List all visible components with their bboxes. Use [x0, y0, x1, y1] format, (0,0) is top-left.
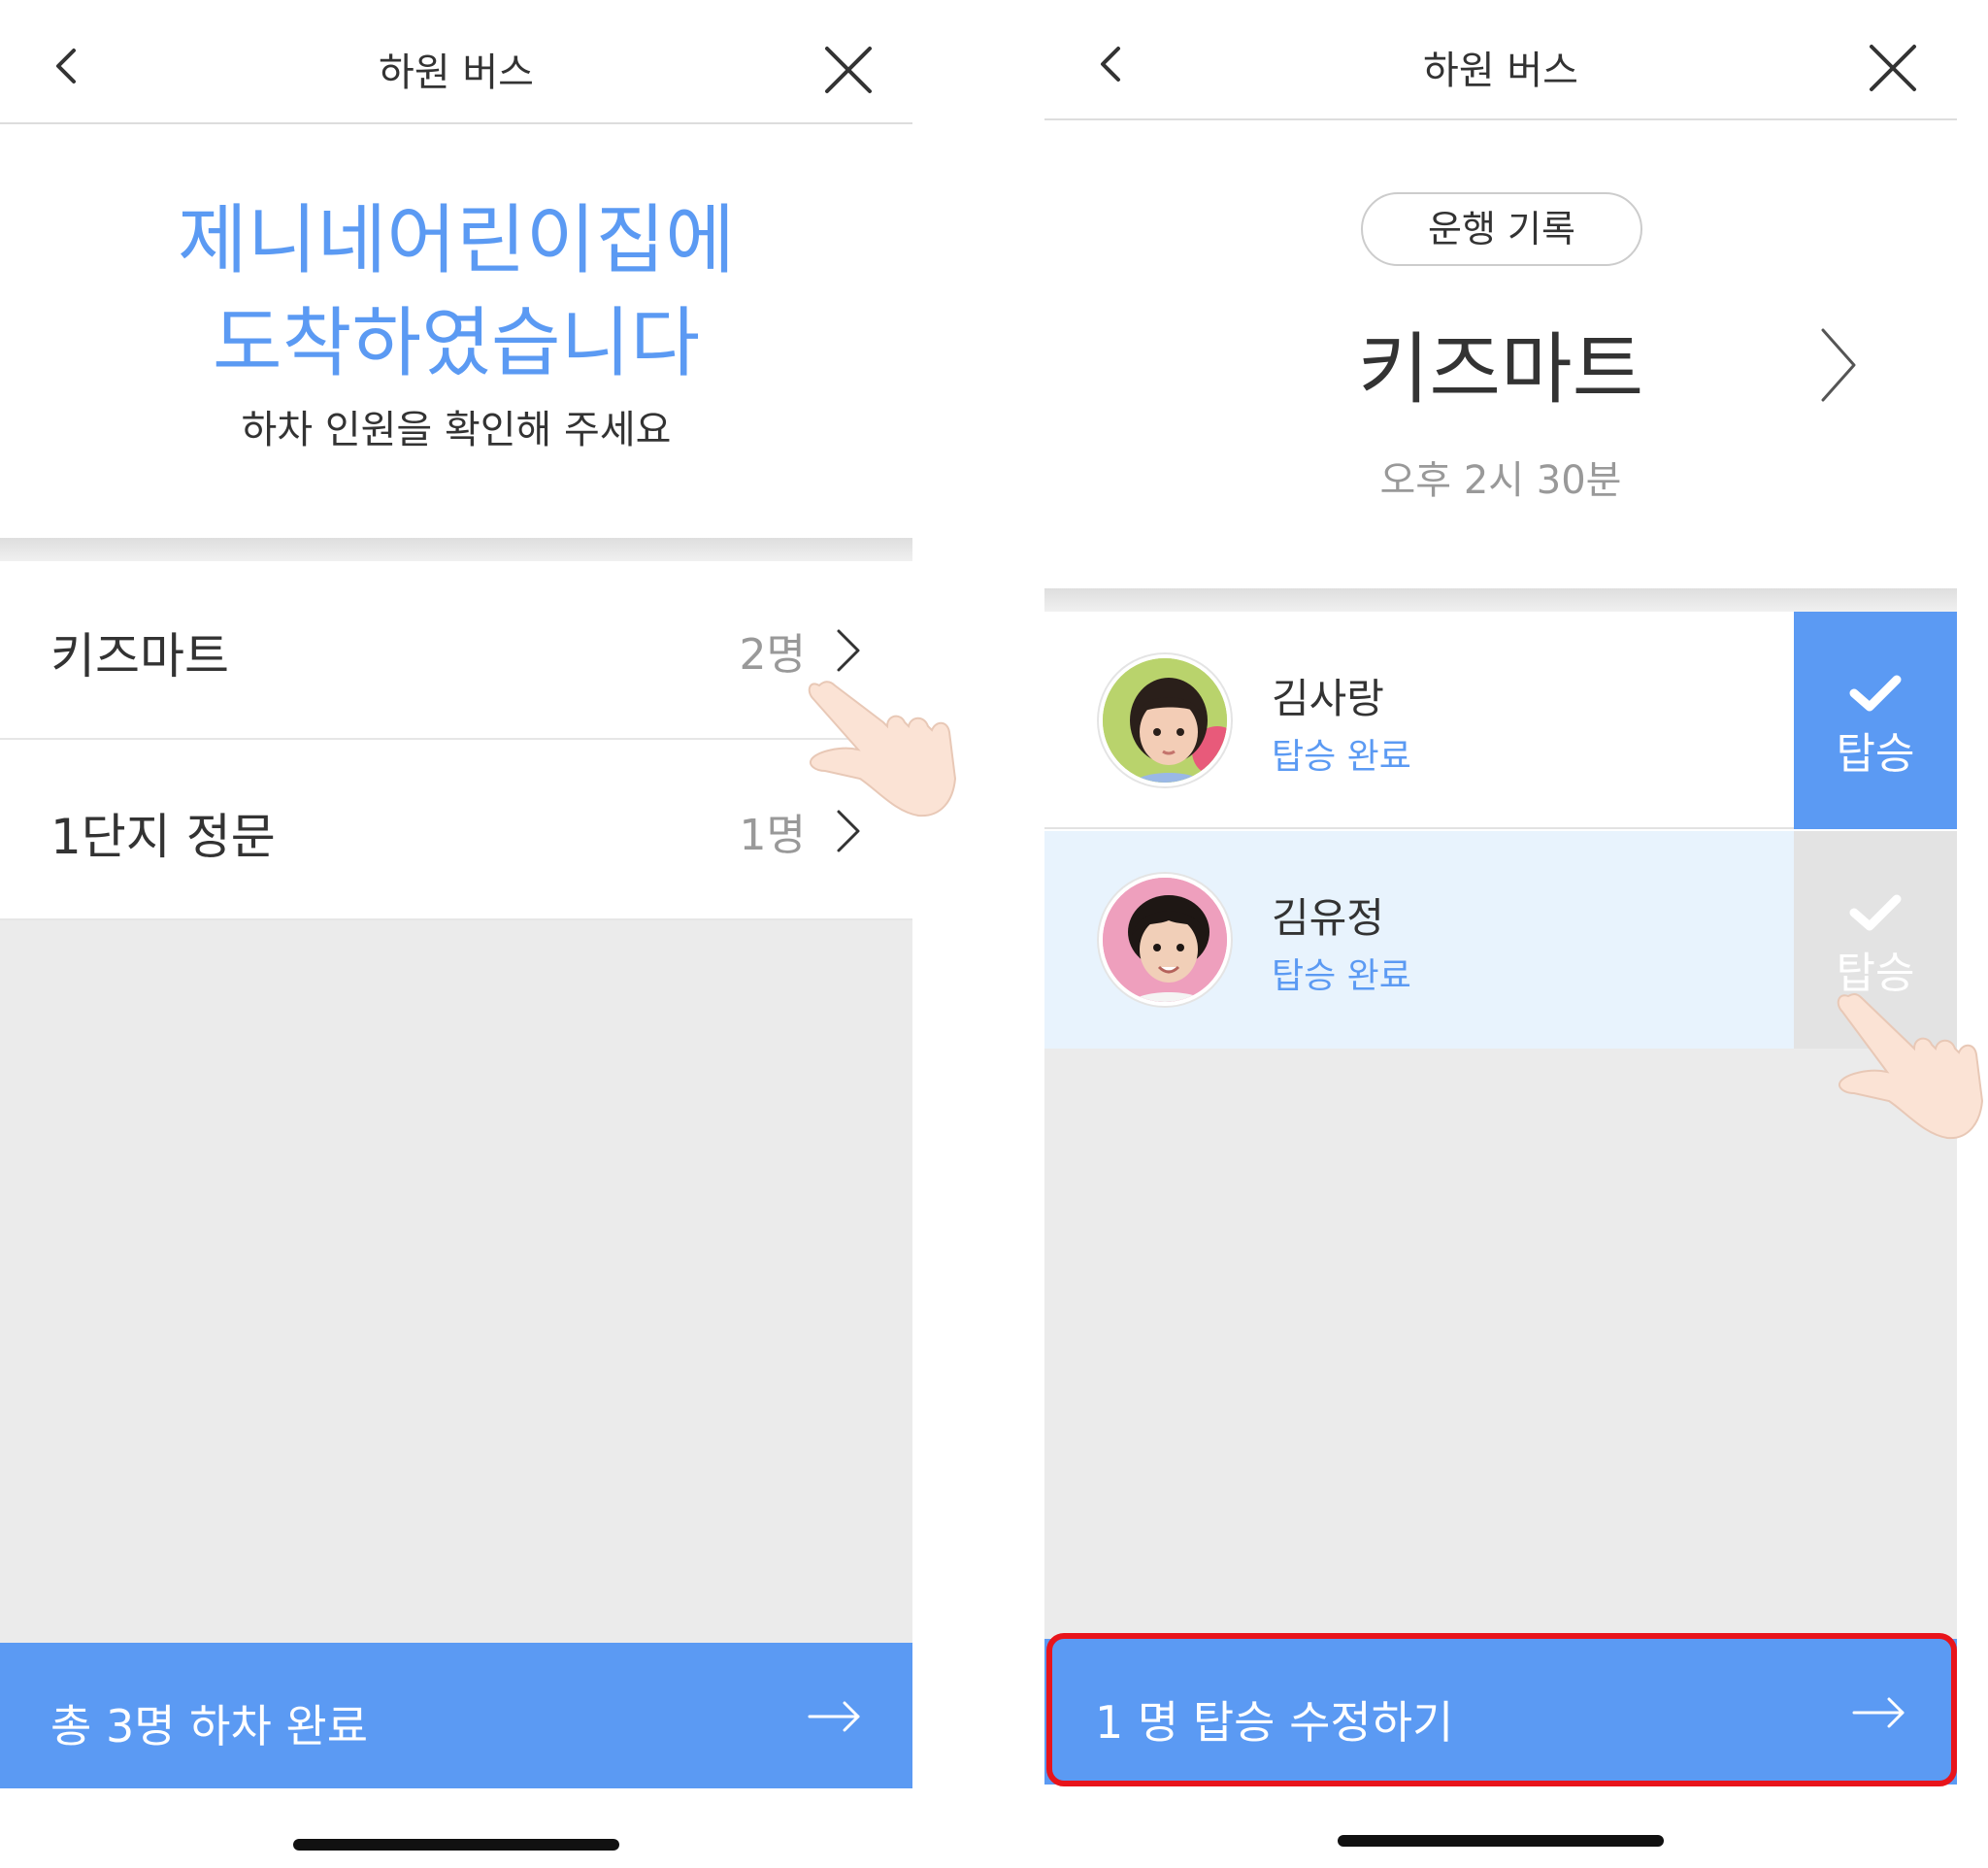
check-icon	[1849, 894, 1902, 931]
child-photo-icon	[1103, 878, 1227, 1002]
top-bar: 하원 버스	[1044, 0, 1957, 120]
arrow-right-icon	[808, 1701, 860, 1732]
stop-count: 1명	[739, 811, 806, 860]
page-title: 하원 버스	[1423, 49, 1578, 93]
arrival-title-line1: 제니네어린이집에	[177, 197, 736, 284]
board-toggle-button[interactable]: 탑승	[1794, 612, 1957, 829]
drive-record-button[interactable]: 운행 기록	[1361, 192, 1642, 266]
stop-name: 1단지 정문	[50, 809, 276, 865]
child-status: 탑승 완료	[1272, 737, 1411, 777]
stop-row-kidsmart[interactable]: 키즈마트 2명	[0, 561, 912, 740]
child-status: 탑승 완료	[1272, 956, 1411, 996]
stop-count: 2명	[739, 630, 806, 680]
child-photo-icon	[1103, 658, 1227, 783]
complete-dropoff-button[interactable]: 총 3명 하차 완료	[0, 1643, 912, 1788]
page-title: 하원 버스	[379, 50, 534, 95]
child-name: 김사랑	[1272, 675, 1384, 722]
stop-row-complex1-gate[interactable]: 1단지 정문 1명	[0, 742, 912, 920]
home-indicator	[293, 1839, 619, 1851]
section-divider	[0, 538, 912, 561]
close-icon[interactable]	[1868, 43, 1918, 93]
close-icon[interactable]	[823, 45, 874, 95]
arrival-screen: 하원 버스 제니네어린이집에 도착하였습니다 하차 인원을 확인해 주세요 키즈…	[0, 0, 912, 1868]
child-avatar	[1099, 654, 1231, 786]
child-row[interactable]: 김유정 탑승 완료 탑승	[1044, 831, 1957, 1049]
empty-list-area	[1044, 1049, 1957, 1639]
pointing-hand-icon	[1837, 993, 1984, 1140]
top-bar: 하원 버스	[0, 0, 912, 124]
highlight-outline	[1046, 1633, 1957, 1786]
child-name: 김유정	[1272, 894, 1384, 942]
stop-name: 키즈마트	[50, 628, 229, 684]
child-avatar	[1099, 874, 1231, 1006]
section-divider	[1044, 588, 1957, 612]
button-label: 총 3명 하차 완료	[50, 1700, 369, 1752]
pointing-hand-icon	[808, 681, 957, 817]
board-label: 탑승	[1836, 729, 1915, 779]
home-indicator	[1338, 1835, 1664, 1847]
chevron-right-icon[interactable]	[1817, 324, 1860, 406]
chevron-right-icon	[837, 629, 860, 672]
stop-time: 오후 2시 30분	[1379, 458, 1622, 503]
empty-list-area	[0, 920, 912, 1643]
stop-detail-screen: 하원 버스 운행 기록 키즈마트 오후 2시 30분 김사랑 탑승 완료 탑승 …	[1044, 0, 1957, 1868]
arrival-subtitle: 하차 인원을 확인해 주세요	[241, 408, 672, 452]
check-icon	[1849, 675, 1902, 712]
child-row[interactable]: 김사랑 탑승 완료 탑승	[1044, 612, 1957, 829]
arrival-title-line2: 도착하였습니다	[212, 300, 701, 387]
